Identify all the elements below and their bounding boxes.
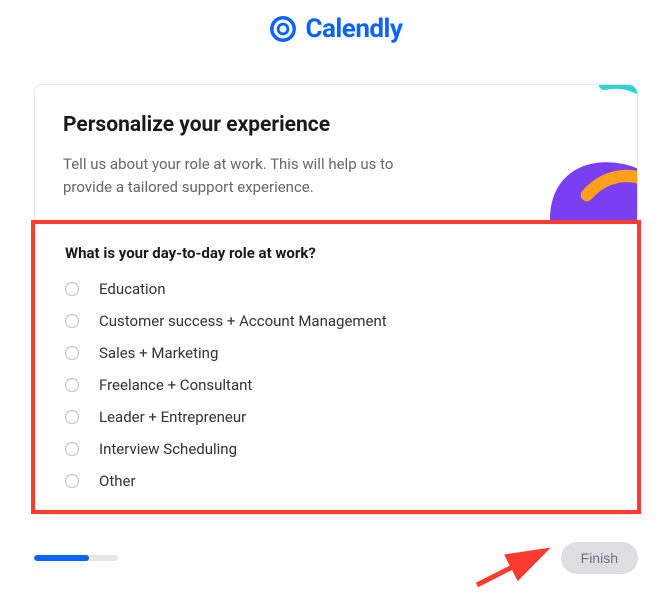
option-label: Sales + Marketing xyxy=(99,344,218,362)
option-freelance-consultant[interactable]: Freelance + Consultant xyxy=(65,376,607,394)
card-subtitle: Tell us about your role at work. This wi… xyxy=(63,153,423,198)
radio-icon[interactable] xyxy=(65,282,79,296)
radio-icon[interactable] xyxy=(65,474,79,488)
highlighted-question-box: What is your day-to-day role at work? Ed… xyxy=(31,220,641,514)
onboarding-card: Personalize your experience Tell us abou… xyxy=(34,84,638,515)
brand-header: Calendly xyxy=(0,0,672,54)
option-label: Education xyxy=(99,280,166,298)
option-label: Leader + Entrepreneur xyxy=(99,408,246,426)
option-label: Other xyxy=(99,472,136,490)
option-sales-marketing[interactable]: Sales + Marketing xyxy=(65,344,607,362)
option-education[interactable]: Education xyxy=(65,280,607,298)
progress-fill xyxy=(34,555,89,561)
decorative-blob-icon xyxy=(497,85,637,220)
option-label: Interview Scheduling xyxy=(99,440,237,458)
radio-icon[interactable] xyxy=(65,314,79,328)
finish-button[interactable]: Finish xyxy=(561,542,638,574)
brand-name: Calendly xyxy=(305,14,402,44)
calendly-logo-icon xyxy=(269,15,297,43)
option-label: Customer success + Account Management xyxy=(99,312,387,330)
footer-bar: Finish xyxy=(34,542,638,574)
option-other[interactable]: Other xyxy=(65,472,607,490)
option-leader-entrepreneur[interactable]: Leader + Entrepreneur xyxy=(65,408,607,426)
card-header: Personalize your experience Tell us abou… xyxy=(35,85,637,220)
radio-icon[interactable] xyxy=(65,346,79,360)
option-customer-success[interactable]: Customer success + Account Management xyxy=(65,312,607,330)
role-options: Education Customer success + Account Man… xyxy=(65,280,607,490)
progress-bar xyxy=(34,555,118,561)
option-interview-scheduling[interactable]: Interview Scheduling xyxy=(65,440,607,458)
radio-icon[interactable] xyxy=(65,442,79,456)
radio-icon[interactable] xyxy=(65,410,79,424)
radio-icon[interactable] xyxy=(65,378,79,392)
role-question: What is your day-to-day role at work? xyxy=(65,244,607,262)
option-label: Freelance + Consultant xyxy=(99,376,252,394)
card-title: Personalize your experience xyxy=(63,113,609,137)
